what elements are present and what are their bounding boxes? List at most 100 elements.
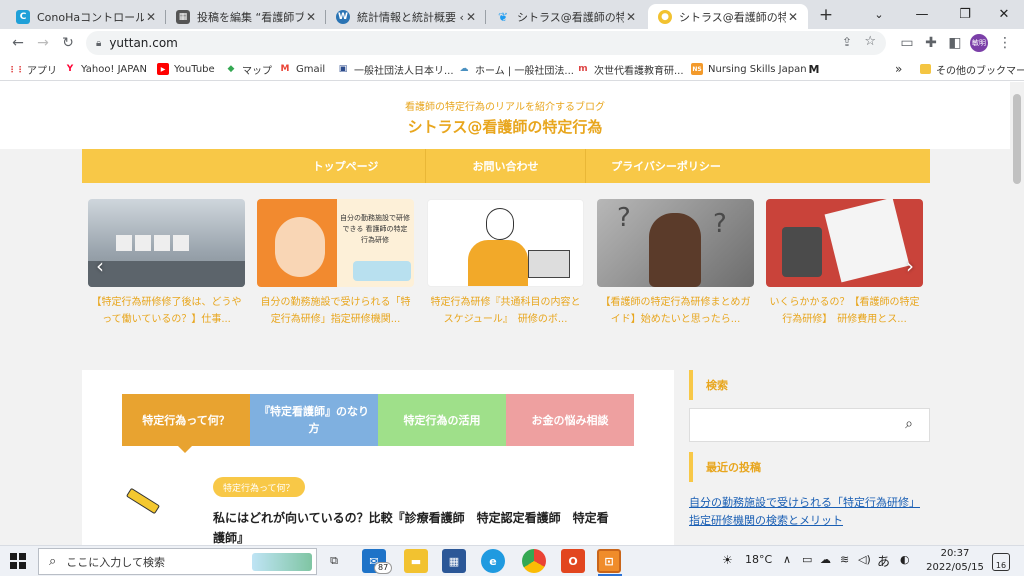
back-icon[interactable]: ←: [8, 33, 28, 53]
search-icon[interactable]: ⌕: [905, 416, 913, 432]
bookmark-youtube[interactable]: ▶ YouTube: [157, 60, 215, 78]
tab-title: ConoHaコントロールパネル: [37, 10, 144, 24]
close-window-button[interactable]: ✕: [984, 0, 1024, 29]
volume-icon[interactable]: ◁): [858, 553, 871, 566]
search-input[interactable]: ⌕: [689, 408, 930, 442]
close-icon[interactable]: ✕: [144, 10, 158, 24]
carousel-title-5[interactable]: いくらかかるの？【看護師の特定行為研修】 研修費用とス...: [766, 294, 923, 328]
category-tab-how-to-become[interactable]: 『特定看護師』のなり方: [250, 394, 378, 446]
restore-button[interactable]: ❐: [945, 0, 985, 29]
bookmark-maps[interactable]: ◆ マップ: [225, 60, 272, 78]
onedrive-icon[interactable]: ☁: [820, 553, 831, 566]
carousel-thumb-1[interactable]: [88, 199, 245, 287]
category-tab-what-is[interactable]: 特定行為って何？: [122, 394, 250, 446]
bookmark-yahoo[interactable]: Y Yahoo! JAPAN: [64, 60, 147, 78]
post-category-badge[interactable]: 特定行為って何？: [213, 477, 305, 497]
bookmark-star-icon[interactable]: ☆: [864, 34, 876, 49]
close-icon[interactable]: ✕: [464, 10, 478, 24]
carousel-thumb-3[interactable]: [427, 199, 584, 287]
office-app-icon[interactable]: O: [561, 549, 585, 573]
carousel-prev-icon[interactable]: ‹: [96, 254, 104, 278]
tab-search-button[interactable]: ⌄: [856, 0, 902, 29]
new-tab-button[interactable]: +: [815, 5, 837, 25]
tray-overflow-icon[interactable]: ∧: [783, 553, 791, 566]
store-app-icon[interactable]: ▦: [442, 549, 466, 573]
tab-edit-post[interactable]: ▦ 投稿を編集 “看護師ブログ” ✕: [166, 4, 326, 29]
tab-strip: C ConoHaコントロールパネル ✕ ▦ 投稿を編集 “看護師ブログ” ✕ W…: [0, 0, 1024, 29]
citrus-icon: ●: [658, 9, 672, 24]
carousel-thumb-4[interactable]: ? ?: [597, 199, 754, 287]
nursing-skills-icon: NS: [691, 63, 703, 75]
recent-post-link[interactable]: 自分の勤務施設で受けられる「特定行為研修」指定研修機関の検索とメリット: [689, 494, 930, 530]
clock-time[interactable]: 20:37: [929, 548, 981, 559]
bookmark-site-3[interactable]: m 次世代看護教育研...: [577, 60, 683, 78]
tab-title: 統計情報と統計概要 ‹ 逆ギ: [357, 10, 464, 24]
thinking-man-image: [649, 213, 701, 287]
category-tab-money[interactable]: お金の悩み相談: [506, 394, 634, 446]
twitter-icon: ❦: [497, 9, 509, 24]
windows-taskbar: ⌕ ここに入力して検索 ⧉ ✉ 87 ▬ ▦ e O ⊡ ☀ 18°C ∧ ▭ …: [0, 545, 1024, 576]
carousel-thumb-5[interactable]: [766, 199, 923, 287]
carousel-title-1[interactable]: 【特定行為研修修了後は、どうやって働いているの？】仕事...: [88, 294, 245, 328]
nav-privacy-policy[interactable]: プライバシーポリシー: [586, 149, 746, 183]
baby-photo-image: [257, 199, 337, 287]
clock-date[interactable]: 2022/05/15: [922, 562, 988, 573]
bookmark-nursing-skills[interactable]: NS Nursing Skills Japan: [691, 60, 807, 78]
profile-avatar[interactable]: 敏明: [970, 34, 988, 52]
bookmark-gmail[interactable]: M Gmail: [279, 60, 326, 78]
file-explorer-icon[interactable]: ▬: [404, 549, 428, 573]
bookmark-site-2[interactable]: ☁ ホーム | 一般社団法...: [458, 60, 574, 78]
side-panel-icon[interactable]: ◧: [945, 33, 965, 53]
windows-start-icon[interactable]: [10, 553, 26, 569]
reload-icon[interactable]: ↻: [58, 33, 78, 53]
share-icon[interactable]: ⇪: [842, 35, 852, 49]
meet-now-icon[interactable]: ▭: [802, 553, 812, 566]
tab-title: シトラス@看護師の特定行為: [679, 10, 786, 24]
bookmark-apps[interactable]: ⋮⋮ アプリ: [8, 60, 57, 78]
tab-stats[interactable]: W 統計情報と統計概要 ‹ 逆ギ ✕: [326, 4, 486, 29]
page-scrollbar[interactable]: [1010, 82, 1024, 545]
scrollbar-thumb[interactable]: [1013, 94, 1021, 184]
nav-top-page[interactable]: トップページ: [266, 149, 426, 183]
chrome-browser-icon[interactable]: [522, 549, 546, 573]
nav-contact[interactable]: お問い合わせ: [426, 149, 586, 183]
extensions-puzzle-icon[interactable]: ✚: [921, 33, 941, 53]
carousel-title-3[interactable]: 特定行為研修『共通科目の内容とスケジュール』 研修のボ...: [427, 294, 584, 328]
recent-posts-title: 最近の投稿: [689, 452, 930, 482]
forward-icon[interactable]: →: [33, 33, 53, 53]
extension-media-icon[interactable]: ▭: [897, 33, 917, 53]
tab-citrus-active[interactable]: ● シトラス@看護師の特定行為 ✕: [648, 4, 808, 29]
minimize-button[interactable]: —: [902, 0, 942, 29]
site-title[interactable]: シトラス@看護師の特定行為: [0, 116, 1010, 137]
carousel-title-4[interactable]: 【看護師の特定行為研修まとめガイド】始めたいと思ったら...: [597, 294, 754, 328]
site-header: 看護師の特定行為のリアルを紹介するブログ シトラス@看護師の特定行為: [0, 82, 1010, 149]
address-bar[interactable]: 🔒︎ yuttan.com ⇪ ☆: [86, 31, 886, 55]
tab-conoha[interactable]: C ConoHaコントロールパネル ✕: [6, 4, 166, 29]
focus-assist-icon[interactable]: ◐: [900, 553, 910, 566]
ime-indicator[interactable]: あ: [877, 551, 890, 570]
wifi-icon[interactable]: ≋: [840, 553, 849, 566]
edge-browser-icon[interactable]: e: [481, 549, 505, 573]
task-view-icon[interactable]: ⧉: [322, 549, 346, 573]
carousel-thumb-2[interactable]: 自分の勤務施設で研修できる 看護師の特定行為研修: [257, 199, 414, 287]
close-icon[interactable]: ✕: [786, 10, 800, 24]
weather-icon[interactable]: ☀: [722, 553, 733, 567]
notification-center-icon[interactable]: 16: [992, 553, 1010, 571]
taskbar-search-box[interactable]: ⌕ ここに入力して検索: [38, 548, 317, 575]
menu-kebab-icon[interactable]: ⋮: [995, 33, 1015, 53]
tab-twitter[interactable]: ❦ シトラス@看護師の特定行為 ✕: [486, 4, 646, 29]
carousel-title-2[interactable]: 自分の勤務施設で受けられる「特定行為研修」指定研修機関...: [257, 294, 414, 328]
close-icon[interactable]: ✕: [624, 10, 638, 24]
pencil-thumbnail[interactable]: [122, 482, 162, 522]
screenshot-tool-icon[interactable]: ⊡: [597, 549, 621, 573]
bookmark-medium[interactable]: M: [808, 60, 825, 78]
post-title[interactable]: 私にはどれが向いているの？比較『診療看護師 特定認定看護師 特定看護師』: [213, 508, 613, 545]
close-icon[interactable]: ✕: [304, 10, 318, 24]
weather-temperature[interactable]: 18°C: [745, 553, 772, 566]
other-bookmarks[interactable]: その他のブックマーク: [920, 60, 1024, 78]
bookmark-site-1[interactable]: ▣ 一般社団法人日本リ...: [337, 60, 454, 78]
category-tab-utilization[interactable]: 特定行為の活用: [378, 394, 506, 446]
carousel-next-icon[interactable]: ›: [906, 254, 914, 278]
browser-toolbar: ← → ↻ 🔒︎ yuttan.com ⇪ ☆ ▭ ✚ ◧ 敏明 ⋮: [0, 29, 1024, 57]
bookmarks-overflow-button[interactable]: »: [895, 60, 902, 78]
